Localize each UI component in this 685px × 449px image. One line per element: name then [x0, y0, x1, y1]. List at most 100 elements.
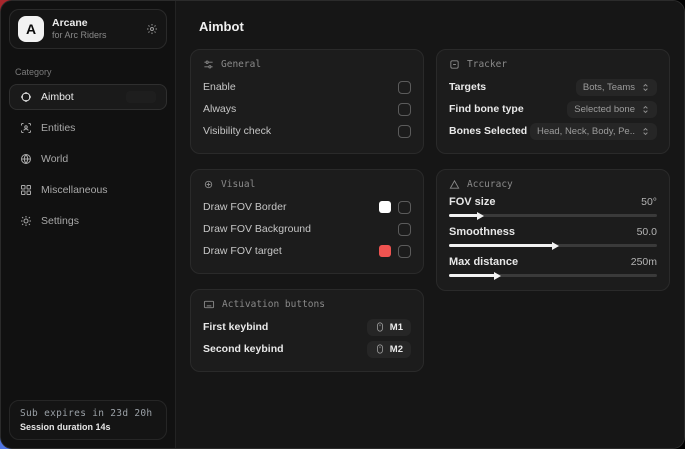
sidebar-item-settings[interactable]: Settings [9, 208, 167, 234]
bones-selected-dropdown[interactable]: Head, Neck, Body, Pe.. [530, 123, 657, 140]
setting-row-fov-background: Draw FOV Background [203, 218, 411, 240]
smoothness-slider[interactable] [449, 244, 657, 247]
fov-background-checkbox[interactable] [398, 223, 411, 236]
entities-icon [20, 122, 32, 134]
always-checkbox[interactable] [398, 103, 411, 116]
subscription-card: Sub expires in 23d 20h Session duration … [9, 400, 167, 440]
setting-row-visibility-check: Visibility check [203, 120, 411, 142]
keybind-row-first: First keybind M1 [203, 316, 411, 338]
max-distance-slider[interactable] [449, 274, 657, 277]
dropdown-label: Bones Selected [449, 125, 527, 137]
slider-fill [449, 274, 495, 277]
first-keybind-button[interactable]: M1 [367, 319, 411, 336]
sidebar-item-miscellaneous[interactable]: Miscellaneous [9, 177, 167, 203]
brand-card: A Arcane for Arc Riders [9, 9, 167, 49]
slider-row-max-distance: Max distance 250m [449, 256, 657, 277]
chevrons-up-down-icon [641, 105, 650, 114]
left-column: General Enable Always Visibility check [190, 49, 424, 387]
targets-dropdown[interactable]: Bots, Teams [576, 79, 657, 96]
app-logo: A [18, 16, 44, 42]
fov-border-checkbox[interactable] [398, 201, 411, 214]
keyboard-icon [203, 299, 215, 310]
general-panel: General Enable Always Visibility check [190, 49, 424, 154]
fov-target-checkbox[interactable] [398, 245, 411, 258]
sidebar-nav: Aimbot Entities World [1, 84, 175, 234]
keybind-hint-chip [126, 91, 156, 103]
bone-type-dropdown[interactable]: Selected bone [567, 101, 657, 118]
color-swatch-white[interactable] [379, 201, 391, 213]
gear-icon[interactable] [146, 23, 158, 35]
slider-label: Max distance [449, 256, 518, 268]
fov-size-slider[interactable] [449, 214, 657, 217]
panel-title: General [221, 59, 261, 70]
setting-row-fov-border: Draw FOV Border [203, 196, 411, 218]
sidebar-item-label: Settings [41, 215, 79, 227]
activation-panel: Activation buttons First keybind M1 [190, 289, 424, 372]
page-title: Aimbot [190, 1, 670, 49]
sidebar: A Arcane for Arc Riders Category Aimbot [1, 1, 176, 448]
visual-panel: Visual Draw FOV Border Draw FOV Backgrou… [190, 169, 424, 274]
panel-title: Accuracy [467, 179, 513, 190]
slider-row-smoothness: Smoothness 50.0 [449, 226, 657, 247]
sidebar-item-label: Miscellaneous [41, 184, 108, 196]
setting-label: Draw FOV Background [203, 223, 311, 235]
setting-label: Draw FOV target [203, 245, 282, 257]
keybind-value: M1 [390, 322, 403, 333]
sidebar-item-label: World [41, 153, 68, 165]
setting-label: Always [203, 103, 236, 115]
slider-thumb[interactable] [494, 272, 501, 280]
sliders-icon [203, 59, 214, 70]
slider-fill [449, 244, 553, 247]
slider-row-fov-size: FOV size 50° [449, 196, 657, 217]
chevrons-up-down-icon [641, 83, 650, 92]
globe-icon [20, 153, 32, 165]
slider-value: 50.0 [637, 226, 657, 238]
main-content: Aimbot General Enable [176, 1, 684, 448]
slider-value: 250m [631, 256, 657, 268]
sub-expiry-text: Sub expires in 23d 20h [20, 408, 156, 419]
grid-icon [20, 184, 32, 196]
slider-value: 50° [641, 196, 657, 208]
sidebar-item-label: Entities [41, 122, 75, 134]
slider-label: Smoothness [449, 226, 515, 238]
sidebar-item-label: Aimbot [41, 91, 74, 103]
slider-label: FOV size [449, 196, 495, 208]
keybind-value: M2 [390, 344, 403, 355]
slider-thumb[interactable] [477, 212, 484, 220]
dropdown-value: Head, Neck, Body, Pe.. [537, 126, 635, 137]
app-subtitle: for Arc Riders [52, 30, 138, 41]
second-keybind-button[interactable]: M2 [367, 341, 411, 358]
setting-label: Draw FOV Border [203, 201, 286, 213]
settings-gear-icon [20, 215, 32, 227]
tracker-panel: Tracker Targets Bots, Teams [436, 49, 670, 154]
setting-row-fov-target: Draw FOV target [203, 240, 411, 262]
session-duration-text: Session duration 14s [20, 422, 156, 432]
dropdown-value: Selected bone [574, 104, 635, 115]
category-label: Category [15, 67, 161, 77]
panel-title: Visual [221, 179, 255, 190]
sidebar-item-entities[interactable]: Entities [9, 115, 167, 141]
sidebar-item-aimbot[interactable]: Aimbot [9, 84, 167, 110]
setting-row-always: Always [203, 98, 411, 120]
panel-title: Activation buttons [222, 299, 325, 310]
brand-text: Arcane for Arc Riders [52, 17, 138, 41]
keybind-label: First keybind [203, 321, 268, 333]
visibility-check-checkbox[interactable] [398, 125, 411, 138]
accuracy-panel: Accuracy FOV size 50° [436, 169, 670, 291]
crosshair-icon [20, 91, 32, 103]
setting-label: Visibility check [203, 125, 271, 137]
target-frame-icon [449, 59, 460, 70]
slider-thumb[interactable] [552, 242, 559, 250]
sidebar-item-world[interactable]: World [9, 146, 167, 172]
mouse-icon [375, 322, 385, 332]
enable-checkbox[interactable] [398, 81, 411, 94]
right-column: Tracker Targets Bots, Teams [436, 49, 670, 306]
color-swatch-red[interactable] [379, 245, 391, 257]
keybind-row-second: Second keybind M2 [203, 338, 411, 360]
dropdown-label: Find bone type [449, 103, 524, 115]
dropdown-value: Bots, Teams [583, 82, 635, 93]
focus-icon [203, 179, 214, 190]
dropdown-row-targets: Targets Bots, Teams [449, 76, 657, 98]
triangle-icon [449, 179, 460, 190]
mouse-icon [375, 344, 385, 354]
